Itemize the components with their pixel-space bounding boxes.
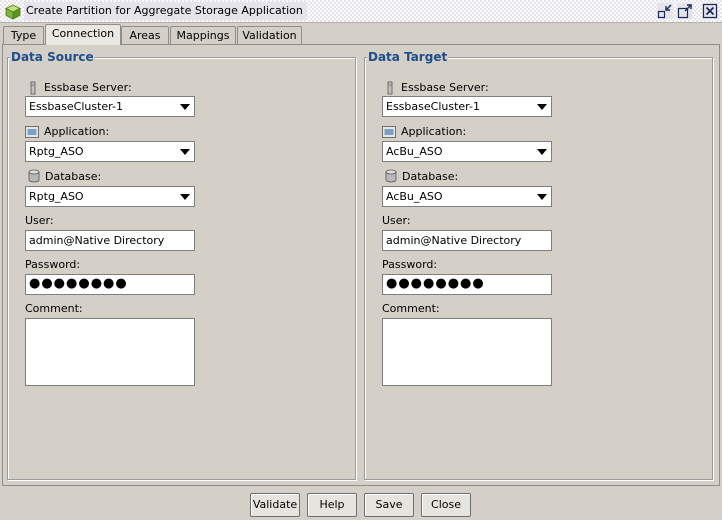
close-dialog-button[interactable]: Close (421, 493, 471, 517)
comment-label: Comment: (382, 302, 440, 315)
title-bar: Create Partition for Aggregate Storage A… (0, 0, 722, 23)
target-database-select[interactable]: AcBu_ASO (382, 186, 552, 207)
application-icon (382, 126, 396, 138)
chevron-down-icon (180, 194, 190, 200)
tab-label: Connection (51, 27, 115, 40)
maximize-icon (677, 4, 692, 19)
chevron-down-icon (180, 104, 190, 110)
source-user-field[interactable]: admin@Native Directory (25, 230, 195, 251)
help-button[interactable]: Help (307, 493, 357, 517)
group-title: Data Target (367, 50, 449, 64)
target-application-select[interactable]: AcBu_ASO (382, 141, 552, 162)
selected-value: AcBu_ASO (386, 190, 443, 203)
selected-value: EssbaseCluster-1 (29, 100, 123, 113)
tab-strip: Type Connection Areas Mappings Validatio… (0, 24, 722, 45)
tab-connection[interactable]: Connection (45, 24, 121, 45)
tab-label: Mappings (176, 29, 230, 42)
tab-mappings[interactable]: Mappings (170, 26, 236, 45)
database-label: Database: (45, 170, 102, 183)
tab-validation[interactable]: Validation (237, 26, 302, 45)
tab-label: Areas (129, 29, 161, 42)
target-password-field[interactable]: ●●●●●●●● (382, 274, 552, 295)
source-password-field[interactable]: ●●●●●●●● (25, 274, 195, 295)
group-title: Data Source (10, 50, 95, 64)
chevron-down-icon (537, 104, 547, 110)
tab-label: Type (10, 29, 37, 42)
cube-app-icon (5, 4, 21, 20)
selected-value: Rptg_ASO (29, 190, 84, 203)
source-database-select[interactable]: Rptg_ASO (25, 186, 195, 207)
user-label: User: (25, 214, 54, 227)
selected-value: EssbaseCluster-1 (386, 100, 480, 113)
tab-areas[interactable]: Areas (121, 26, 169, 45)
server-icon (30, 81, 36, 95)
application-label: Application: (401, 125, 467, 138)
target-comment-textarea[interactable] (382, 318, 552, 386)
restore-icon (657, 4, 672, 19)
chevron-down-icon (180, 149, 190, 155)
database-icon (385, 169, 397, 183)
selected-value: Rptg_ASO (29, 145, 84, 158)
database-label: Database: (402, 170, 459, 183)
chevron-down-icon (537, 194, 547, 200)
close-icon (702, 3, 718, 19)
selected-value: AcBu_ASO (386, 145, 443, 158)
server-label: Essbase Server: (401, 81, 489, 94)
save-button[interactable]: Save (364, 493, 414, 517)
source-comment-textarea[interactable] (25, 318, 195, 386)
restore-button[interactable] (657, 3, 673, 19)
database-icon (28, 169, 40, 183)
user-label: User: (382, 214, 411, 227)
password-label: Password: (382, 258, 438, 271)
server-icon (387, 81, 393, 95)
chevron-down-icon (537, 149, 547, 155)
tab-type[interactable]: Type (3, 26, 44, 45)
tab-label: Validation (242, 29, 297, 42)
target-user-field[interactable]: admin@Native Directory (382, 230, 552, 251)
application-label: Application: (44, 125, 110, 138)
password-label: Password: (25, 258, 81, 271)
application-icon (25, 126, 39, 138)
target-server-select[interactable]: EssbaseCluster-1 (382, 96, 552, 117)
server-label: Essbase Server: (44, 81, 132, 94)
maximize-button[interactable] (677, 3, 693, 19)
validate-button[interactable]: Validate (250, 493, 300, 517)
comment-label: Comment: (25, 302, 83, 315)
source-application-select[interactable]: Rptg_ASO (25, 141, 195, 162)
close-button[interactable] (702, 3, 718, 19)
source-server-select[interactable]: EssbaseCluster-1 (25, 96, 195, 117)
window-title: Create Partition for Aggregate Storage A… (24, 2, 307, 20)
